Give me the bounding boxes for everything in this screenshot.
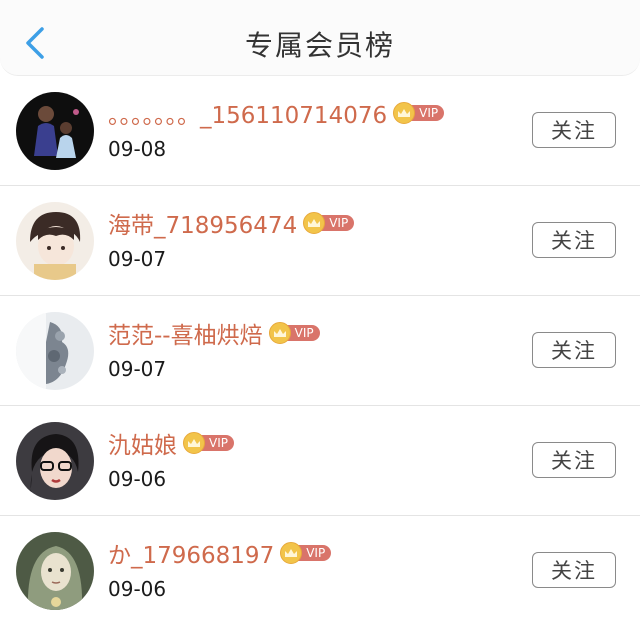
avatar[interactable] [16,312,94,390]
follow-button[interactable]: 关注 [532,112,616,148]
member-name-line: 海带_718956474 VIP [108,206,355,240]
follow-button[interactable]: 关注 [532,332,616,368]
join-date: 09-07 [108,247,167,271]
vip-badge: VIP [268,322,320,344]
member-name[interactable]: か_179668197 [108,536,274,570]
avatar-image [16,422,94,500]
vip-badge: VIP [183,432,234,454]
avatar[interactable] [16,92,94,170]
follow-button[interactable]: 关注 [532,442,616,478]
member-name-line: 氿姑娘 VIP [108,426,234,460]
join-date: 09-06 [108,577,167,601]
avatar-image [16,312,94,390]
vip-badge: VIP [280,542,332,564]
avatar[interactable] [16,202,94,280]
list-item[interactable]: 海带_718956474 VIP 09-07 关注 [0,186,640,296]
vip-badge: VIP [393,102,445,124]
vip-badge: VIP [303,212,355,234]
member-name-line: 范范--喜柚烘焙 VIP [108,316,320,350]
list-item[interactable]: 。。。。。。。_156110714076 VIP 09-08 关注 [0,76,640,186]
top-bar: 专属会员榜 [0,0,640,76]
crown-icon [183,432,205,454]
avatar[interactable] [16,532,94,610]
member-name[interactable]: 。。。。。。。_156110714076 [108,96,387,130]
avatar[interactable] [16,422,94,500]
crown-icon [393,102,416,124]
page-title: 专属会员榜 [244,29,395,62]
member-name[interactable]: 海带_718956474 [108,206,297,240]
avatar-image [16,532,94,610]
list-item[interactable]: 范范--喜柚烘焙 VIP 09-07 关注 [0,296,640,406]
member-name[interactable]: 范范--喜柚烘焙 [108,316,263,350]
follow-button[interactable]: 关注 [532,222,616,258]
follow-button[interactable]: 关注 [532,552,616,588]
join-date: 09-08 [108,137,167,161]
member-name[interactable]: 氿姑娘 [108,426,177,460]
avatar-image [16,92,94,170]
crown-icon [268,322,291,344]
member-name-line: 。。。。。。。_156110714076 VIP [108,96,445,130]
join-date: 09-06 [108,467,167,491]
member-name-line: か_179668197 VIP [108,536,332,570]
join-date: 09-07 [108,357,167,381]
list-item[interactable]: か_179668197 VIP 09-06 关注 [0,516,640,624]
member-list: 。。。。。。。_156110714076 VIP 09-08 关注 海带_718… [0,76,640,624]
list-item[interactable]: 氿姑娘 VIP 09-06 关注 [0,406,640,516]
avatar-image [16,202,94,280]
